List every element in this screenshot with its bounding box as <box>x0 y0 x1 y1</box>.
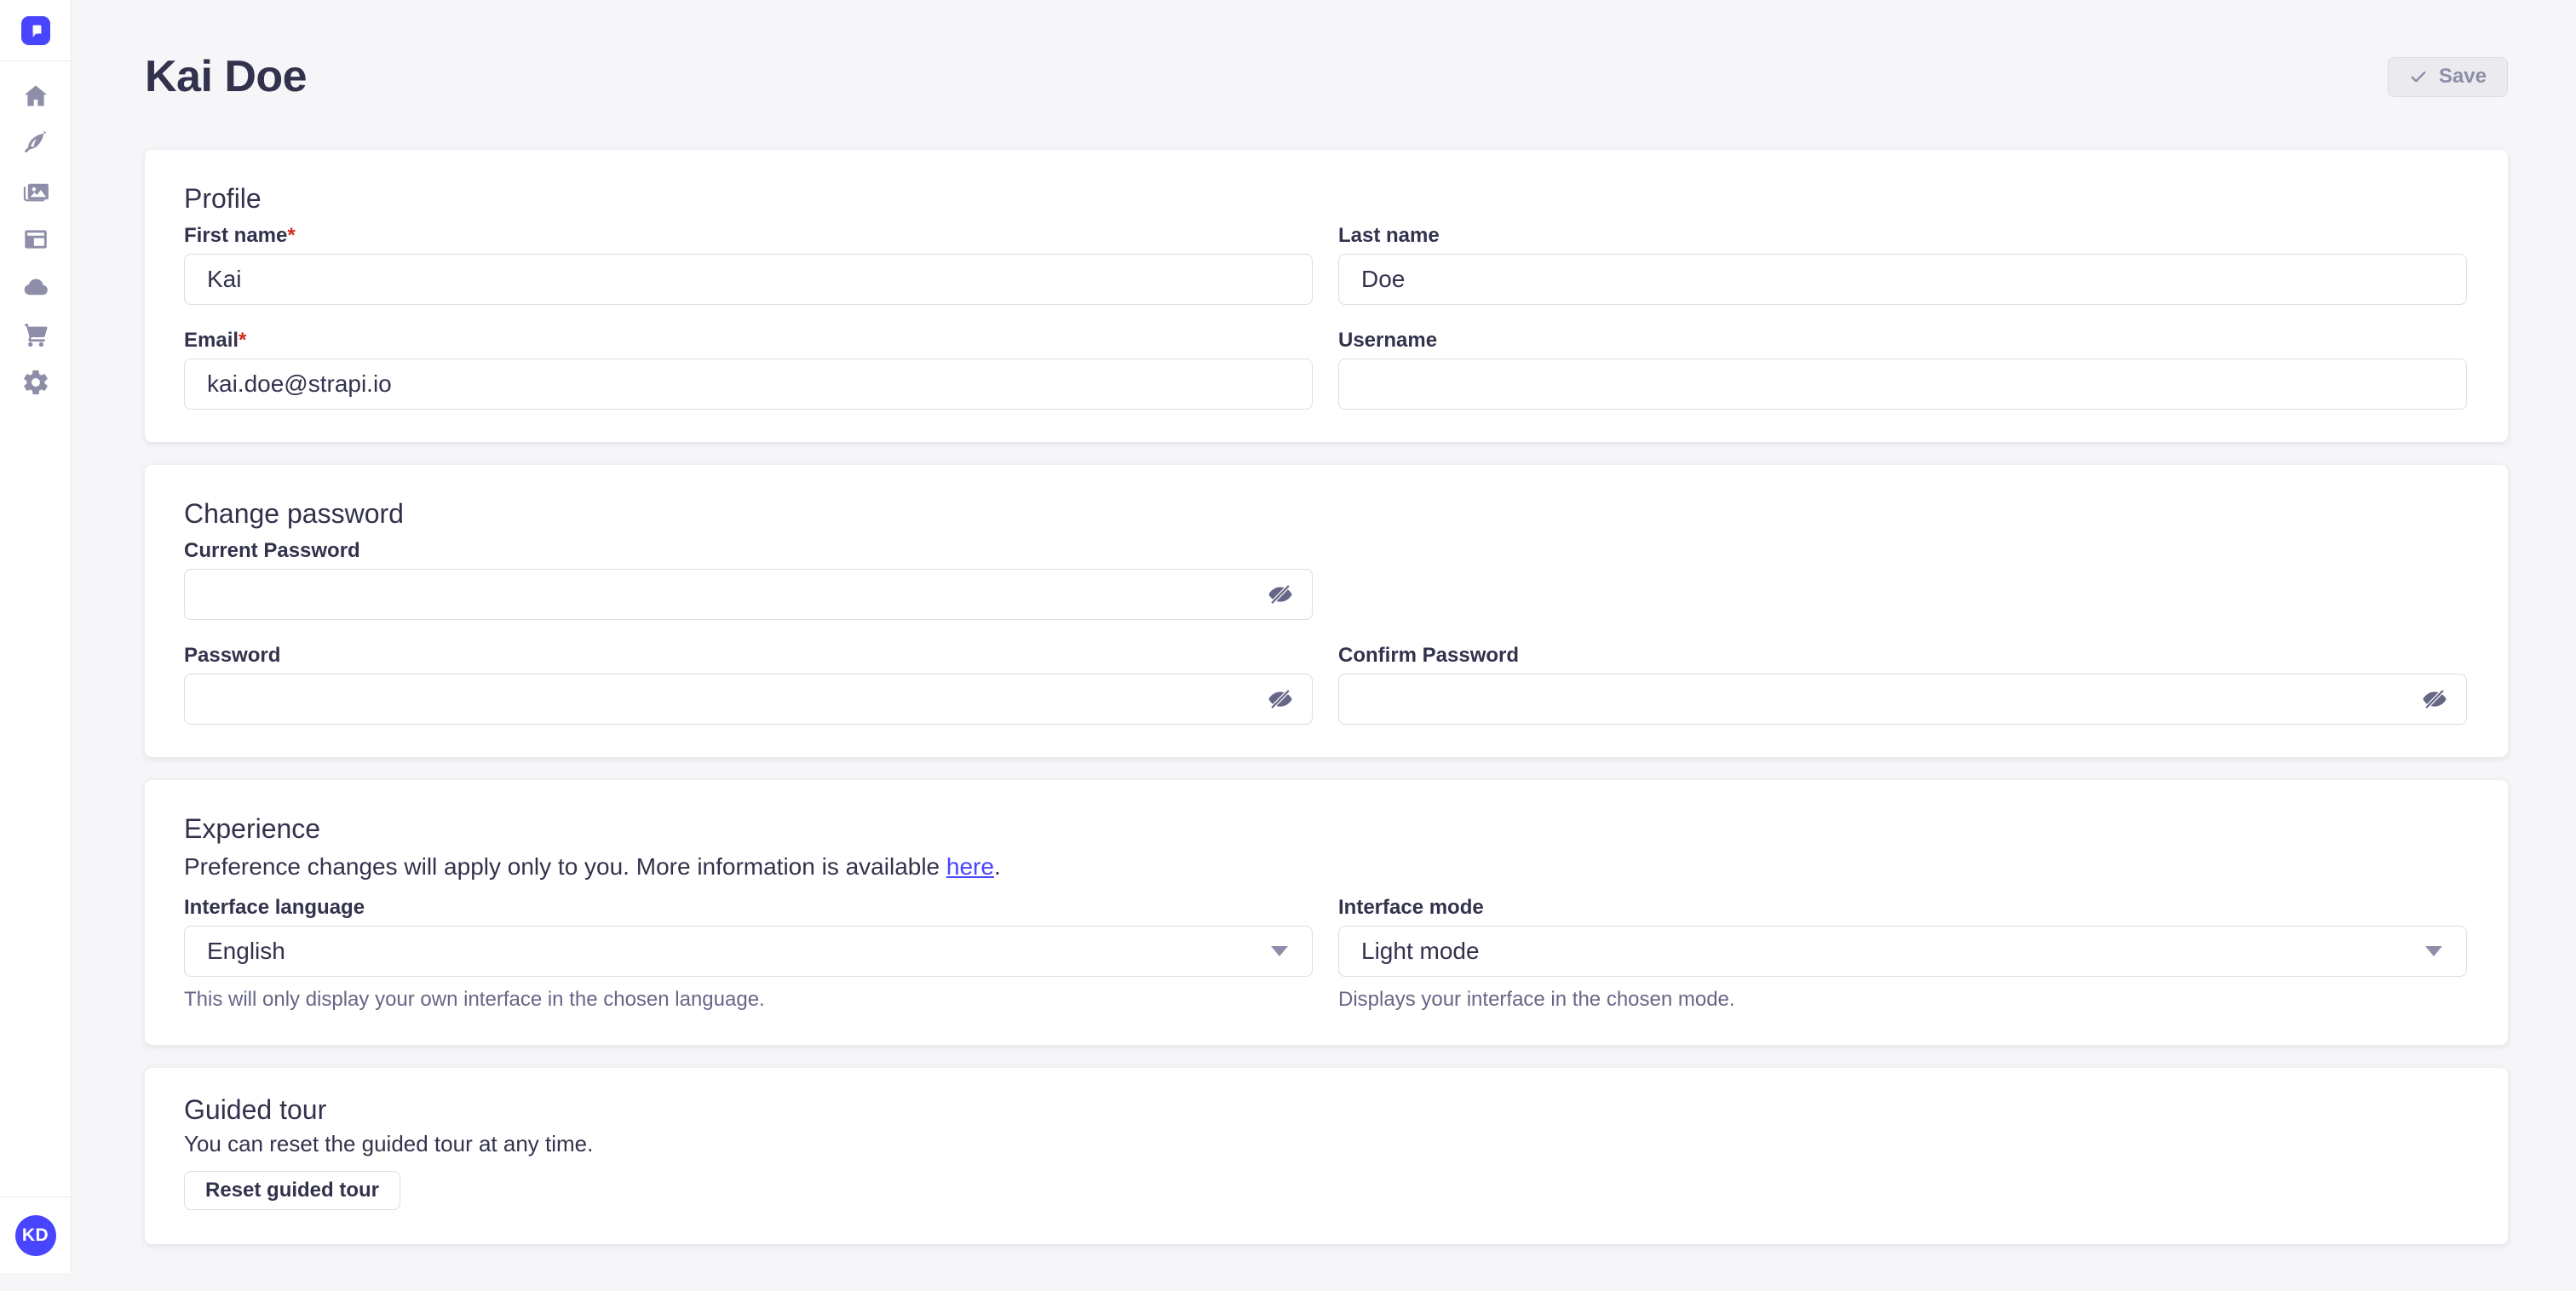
eye-off-icon <box>1267 581 1294 608</box>
cloud-icon <box>21 273 50 301</box>
chevron-down-icon <box>1271 946 1288 956</box>
interface-language-hint: This will only display your own interfac… <box>184 988 1313 1013</box>
main-content: Kai Doe Save Profile First name* Last na… <box>72 0 2576 1291</box>
guided-tour-section-title: Guided tour <box>184 1095 2467 1125</box>
interface-language-label: Interface language <box>184 898 1313 918</box>
profile-fields: First name* Last name Email* Username <box>184 226 2467 410</box>
confirm-password-label: Confirm Password <box>1338 646 2467 666</box>
first-name-label-text: First name <box>184 224 287 247</box>
content: Profile First name* Last name Email* Use… <box>145 150 2508 1291</box>
password-input-wrap <box>184 674 1313 725</box>
required-asterisk: * <box>287 224 295 247</box>
eye-off-icon <box>1267 686 1294 713</box>
password-input[interactable] <box>184 674 1313 725</box>
images-icon <box>21 177 50 206</box>
change-password-card: Change password Current Password <box>145 465 2508 757</box>
feather-icon <box>21 129 50 158</box>
page-title: Kai Doe <box>145 55 307 99</box>
sidebar-item-settings[interactable] <box>0 359 72 406</box>
experience-description-period: . <box>994 853 1001 880</box>
email-field: Email* <box>184 330 1313 410</box>
interface-mode-label: Interface mode <box>1338 898 2467 918</box>
interface-language-field: Interface language English This will onl… <box>184 898 1313 1013</box>
email-label-text: Email <box>184 329 239 352</box>
confirm-password-input-wrap <box>1338 674 2467 725</box>
email-label: Email* <box>184 330 1313 351</box>
current-password-input-wrap <box>184 569 1313 620</box>
page-header: Kai Doe Save <box>145 55 2508 99</box>
username-input[interactable] <box>1338 359 2467 410</box>
first-name-label: First name* <box>184 226 1313 246</box>
username-field: Username <box>1338 330 2467 410</box>
interface-language-select[interactable]: English <box>184 926 1313 977</box>
experience-description: Preference changes will apply only to yo… <box>184 853 2467 881</box>
guided-tour-description: You can reset the guided tour at any tim… <box>184 1132 2467 1157</box>
home-icon <box>21 82 50 111</box>
last-name-field: Last name <box>1338 226 2467 305</box>
experience-section-title: Experience <box>184 814 2467 844</box>
sidebar-item-home[interactable] <box>0 72 72 120</box>
sidebar-footer: KD <box>0 1196 72 1273</box>
interface-mode-select[interactable]: Light mode <box>1338 926 2467 977</box>
chevron-down-icon <box>2425 946 2442 956</box>
experience-fields: Interface language English This will onl… <box>184 898 2467 1013</box>
strapi-logo-glyph <box>26 21 45 40</box>
sidebar-nav <box>0 72 72 406</box>
toggle-confirm-password-visibility-button[interactable] <box>2419 684 2450 714</box>
guided-tour-card: Guided tour You can reset the guided tou… <box>145 1068 2508 1244</box>
current-password-input[interactable] <box>184 569 1313 620</box>
first-name-field: First name* <box>184 226 1313 305</box>
current-password-field: Current Password <box>184 541 1313 620</box>
interface-language-value: English <box>207 938 285 965</box>
experience-description-text: Preference changes will apply only to yo… <box>184 853 946 880</box>
toggle-password-visibility-button[interactable] <box>1265 684 1296 714</box>
password-field: Password <box>184 646 1313 725</box>
layout-icon <box>21 225 50 254</box>
confirm-password-input[interactable] <box>1338 674 2467 725</box>
sidebar: KD <box>0 0 72 1273</box>
interface-mode-hint: Displays your interface in the chosen mo… <box>1338 988 2467 1013</box>
password-label: Password <box>184 646 1313 666</box>
sidebar-item-content-manager[interactable] <box>0 120 72 168</box>
email-input[interactable] <box>184 359 1313 410</box>
logo-area <box>0 0 72 61</box>
sidebar-item-marketplace[interactable] <box>0 311 72 359</box>
more-information-link[interactable]: here <box>946 853 994 880</box>
profile-section-title: Profile <box>184 184 2467 214</box>
last-name-label: Last name <box>1338 226 2467 246</box>
reset-guided-tour-button[interactable]: Reset guided tour <box>184 1171 400 1210</box>
check-icon <box>2409 67 2428 86</box>
strapi-logo <box>21 16 50 45</box>
toggle-current-password-visibility-button[interactable] <box>1265 579 1296 610</box>
experience-card: Experience Preference changes will apply… <box>145 780 2508 1044</box>
profile-card: Profile First name* Last name Email* Use… <box>145 150 2508 442</box>
change-password-section-title: Change password <box>184 499 2467 529</box>
current-password-label: Current Password <box>184 541 1313 561</box>
cart-icon <box>21 320 50 349</box>
username-label: Username <box>1338 330 2467 351</box>
last-name-input[interactable] <box>1338 254 2467 305</box>
sidebar-item-media-library[interactable] <box>0 168 72 215</box>
change-password-fields: Current Password Password <box>184 541 2467 725</box>
save-button-label: Save <box>2439 65 2487 89</box>
eye-off-icon <box>2421 686 2448 713</box>
first-name-input[interactable] <box>184 254 1313 305</box>
interface-mode-field: Interface mode Light mode Displays your … <box>1338 898 2467 1013</box>
interface-mode-value: Light mode <box>1361 938 1480 965</box>
sidebar-item-content-type-builder[interactable] <box>0 215 72 263</box>
gear-icon <box>21 368 50 397</box>
save-button[interactable]: Save <box>2388 57 2508 97</box>
confirm-password-field: Confirm Password <box>1338 646 2467 725</box>
required-asterisk: * <box>239 329 246 352</box>
user-avatar[interactable]: KD <box>15 1215 56 1256</box>
sidebar-item-deploy[interactable] <box>0 263 72 311</box>
